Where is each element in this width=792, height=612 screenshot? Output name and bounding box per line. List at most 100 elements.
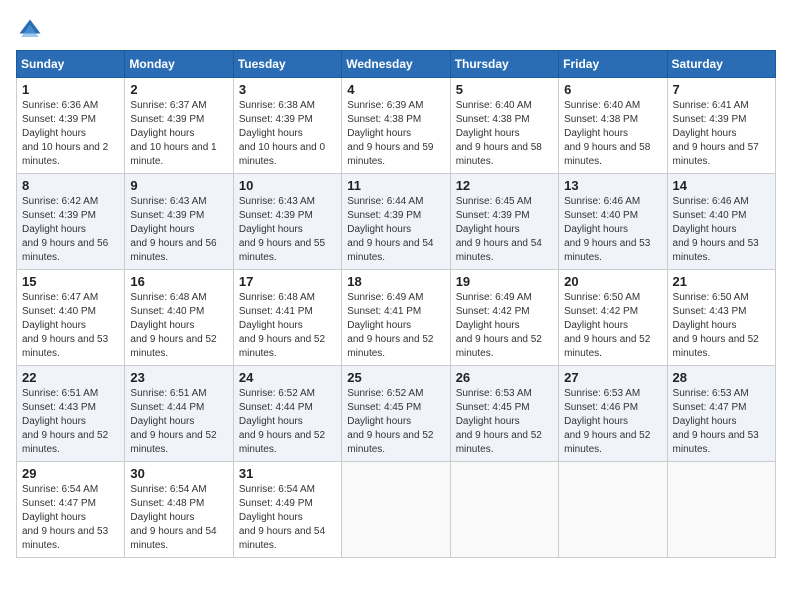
daylight-value: and 9 hours and 56 minutes. <box>22 238 108 263</box>
daylight-value: and 9 hours and 52 minutes. <box>239 334 325 359</box>
day-info: Sunrise: 6:47 AM Sunset: 4:40 PM Dayligh… <box>22 291 119 361</box>
sunset-label: Sunset: 4:42 PM <box>564 306 638 317</box>
daylight-label: Daylight hours <box>673 224 737 235</box>
daylight-value: and 9 hours and 52 minutes. <box>130 430 216 455</box>
calendar-cell: 4 Sunrise: 6:39 AM Sunset: 4:38 PM Dayli… <box>342 78 450 174</box>
day-number: 31 <box>239 466 336 481</box>
sunrise-label: Sunrise: 6:53 AM <box>564 388 640 399</box>
day-number: 23 <box>130 370 227 385</box>
calendar-cell: 7 Sunrise: 6:41 AM Sunset: 4:39 PM Dayli… <box>667 78 775 174</box>
sunset-label: Sunset: 4:49 PM <box>239 498 313 509</box>
daylight-value: and 9 hours and 52 minutes. <box>564 334 650 359</box>
day-info: Sunrise: 6:49 AM Sunset: 4:42 PM Dayligh… <box>456 291 553 361</box>
sunset-label: Sunset: 4:39 PM <box>130 114 204 125</box>
sunrise-label: Sunrise: 6:54 AM <box>22 484 98 495</box>
calendar-cell: 17 Sunrise: 6:48 AM Sunset: 4:41 PM Dayl… <box>233 270 341 366</box>
day-info: Sunrise: 6:38 AM Sunset: 4:39 PM Dayligh… <box>239 99 336 169</box>
daylight-label: Daylight hours <box>130 416 194 427</box>
day-info: Sunrise: 6:36 AM Sunset: 4:39 PM Dayligh… <box>22 99 119 169</box>
logo-icon <box>16 16 44 44</box>
day-info: Sunrise: 6:39 AM Sunset: 4:38 PM Dayligh… <box>347 99 444 169</box>
daylight-value: and 9 hours and 52 minutes. <box>673 334 759 359</box>
daylight-label: Daylight hours <box>456 416 520 427</box>
daylight-value: and 10 hours and 2 minutes. <box>22 142 108 167</box>
day-info: Sunrise: 6:51 AM Sunset: 4:43 PM Dayligh… <box>22 387 119 457</box>
sunset-label: Sunset: 4:39 PM <box>673 114 747 125</box>
daylight-label: Daylight hours <box>22 128 86 139</box>
daylight-value: and 9 hours and 54 minutes. <box>130 526 216 551</box>
sunrise-label: Sunrise: 6:54 AM <box>130 484 206 495</box>
sunrise-label: Sunrise: 6:40 AM <box>564 100 640 111</box>
day-number: 29 <box>22 466 119 481</box>
sunset-label: Sunset: 4:44 PM <box>239 402 313 413</box>
sunrise-label: Sunrise: 6:36 AM <box>22 100 98 111</box>
daylight-label: Daylight hours <box>130 224 194 235</box>
sunset-label: Sunset: 4:39 PM <box>130 210 204 221</box>
daylight-value: and 9 hours and 58 minutes. <box>564 142 650 167</box>
sunset-label: Sunset: 4:47 PM <box>22 498 96 509</box>
sunset-label: Sunset: 4:38 PM <box>564 114 638 125</box>
day-info: Sunrise: 6:53 AM Sunset: 4:47 PM Dayligh… <box>673 387 770 457</box>
daylight-value: and 9 hours and 53 minutes. <box>22 526 108 551</box>
daylight-value: and 9 hours and 52 minutes. <box>239 430 325 455</box>
sunrise-label: Sunrise: 6:50 AM <box>564 292 640 303</box>
daylight-label: Daylight hours <box>130 320 194 331</box>
daylight-label: Daylight hours <box>239 320 303 331</box>
sunrise-label: Sunrise: 6:50 AM <box>673 292 749 303</box>
sunset-label: Sunset: 4:48 PM <box>130 498 204 509</box>
day-number: 16 <box>130 274 227 289</box>
daylight-value: and 9 hours and 52 minutes. <box>130 334 216 359</box>
daylight-label: Daylight hours <box>347 416 411 427</box>
daylight-value: and 9 hours and 59 minutes. <box>347 142 433 167</box>
day-info: Sunrise: 6:40 AM Sunset: 4:38 PM Dayligh… <box>456 99 553 169</box>
daylight-value: and 9 hours and 55 minutes. <box>239 238 325 263</box>
calendar-cell: 26 Sunrise: 6:53 AM Sunset: 4:45 PM Dayl… <box>450 366 558 462</box>
weekday-header-thursday: Thursday <box>450 51 558 78</box>
calendar-cell: 28 Sunrise: 6:53 AM Sunset: 4:47 PM Dayl… <box>667 366 775 462</box>
day-number: 24 <box>239 370 336 385</box>
day-info: Sunrise: 6:45 AM Sunset: 4:39 PM Dayligh… <box>456 195 553 265</box>
day-number: 4 <box>347 82 444 97</box>
daylight-value: and 9 hours and 52 minutes. <box>347 334 433 359</box>
calendar-cell: 15 Sunrise: 6:47 AM Sunset: 4:40 PM Dayl… <box>17 270 125 366</box>
daylight-label: Daylight hours <box>456 320 520 331</box>
sunrise-label: Sunrise: 6:43 AM <box>130 196 206 207</box>
daylight-label: Daylight hours <box>239 512 303 523</box>
daylight-value: and 9 hours and 52 minutes. <box>456 334 542 359</box>
sunrise-label: Sunrise: 6:48 AM <box>239 292 315 303</box>
calendar-cell: 3 Sunrise: 6:38 AM Sunset: 4:39 PM Dayli… <box>233 78 341 174</box>
daylight-label: Daylight hours <box>130 128 194 139</box>
day-number: 21 <box>673 274 770 289</box>
daylight-value: and 9 hours and 52 minutes. <box>347 430 433 455</box>
day-info: Sunrise: 6:44 AM Sunset: 4:39 PM Dayligh… <box>347 195 444 265</box>
calendar-cell: 18 Sunrise: 6:49 AM Sunset: 4:41 PM Dayl… <box>342 270 450 366</box>
sunset-label: Sunset: 4:39 PM <box>22 210 96 221</box>
day-info: Sunrise: 6:53 AM Sunset: 4:46 PM Dayligh… <box>564 387 661 457</box>
daylight-value: and 9 hours and 54 minutes. <box>239 526 325 551</box>
calendar-cell: 9 Sunrise: 6:43 AM Sunset: 4:39 PM Dayli… <box>125 174 233 270</box>
day-number: 5 <box>456 82 553 97</box>
calendar-cell: 13 Sunrise: 6:46 AM Sunset: 4:40 PM Dayl… <box>559 174 667 270</box>
sunset-label: Sunset: 4:39 PM <box>456 210 530 221</box>
sunrise-label: Sunrise: 6:42 AM <box>22 196 98 207</box>
sunset-label: Sunset: 4:39 PM <box>22 114 96 125</box>
calendar-cell: 21 Sunrise: 6:50 AM Sunset: 4:43 PM Dayl… <box>667 270 775 366</box>
calendar-cell: 14 Sunrise: 6:46 AM Sunset: 4:40 PM Dayl… <box>667 174 775 270</box>
weekday-header-wednesday: Wednesday <box>342 51 450 78</box>
sunset-label: Sunset: 4:45 PM <box>456 402 530 413</box>
sunrise-label: Sunrise: 6:44 AM <box>347 196 423 207</box>
sunrise-label: Sunrise: 6:51 AM <box>22 388 98 399</box>
sunset-label: Sunset: 4:43 PM <box>22 402 96 413</box>
daylight-label: Daylight hours <box>347 224 411 235</box>
day-info: Sunrise: 6:51 AM Sunset: 4:44 PM Dayligh… <box>130 387 227 457</box>
sunset-label: Sunset: 4:39 PM <box>347 210 421 221</box>
sunrise-label: Sunrise: 6:39 AM <box>347 100 423 111</box>
page-header <box>16 16 776 44</box>
calendar-cell: 1 Sunrise: 6:36 AM Sunset: 4:39 PM Dayli… <box>17 78 125 174</box>
calendar-cell: 6 Sunrise: 6:40 AM Sunset: 4:38 PM Dayli… <box>559 78 667 174</box>
calendar-cell: 24 Sunrise: 6:52 AM Sunset: 4:44 PM Dayl… <box>233 366 341 462</box>
daylight-label: Daylight hours <box>130 512 194 523</box>
calendar-cell: 27 Sunrise: 6:53 AM Sunset: 4:46 PM Dayl… <box>559 366 667 462</box>
calendar-cell: 11 Sunrise: 6:44 AM Sunset: 4:39 PM Dayl… <box>342 174 450 270</box>
daylight-value: and 9 hours and 53 minutes. <box>22 334 108 359</box>
